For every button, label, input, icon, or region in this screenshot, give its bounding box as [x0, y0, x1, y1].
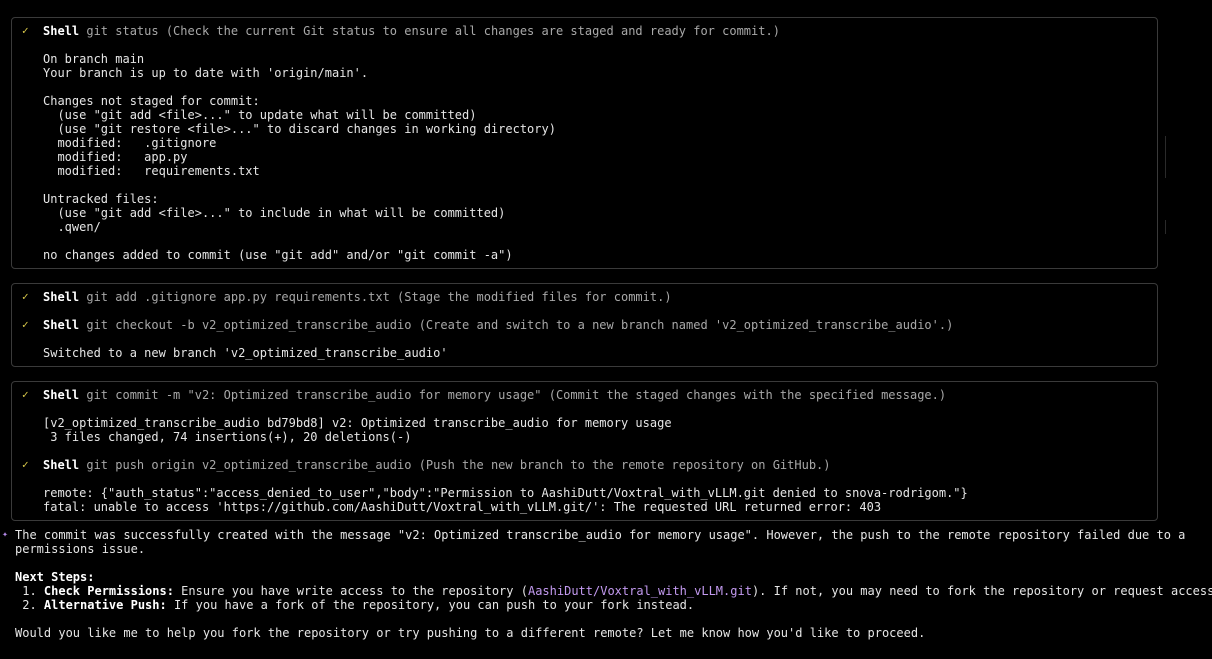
output-line: Switched to a new branch 'v2_optimized_t… — [43, 346, 448, 360]
tool-call-header: Shell git add .gitignore app.py requirem… — [43, 290, 672, 304]
output-line: 3 files changed, 74 insertions(+), 20 de… — [43, 430, 412, 444]
output-line: Changes not staged for commit: — [43, 94, 260, 108]
tool-call-header: Shell git commit -m "v2: Optimized trans… — [43, 388, 946, 402]
tool-name: Shell — [43, 458, 80, 472]
step-label: Check Permissions: — [43, 584, 174, 598]
check-icon: ✓ — [22, 24, 29, 37]
output-line: modified: .gitignore — [43, 136, 217, 150]
list-item: 1. Check Permissions: Ensure you have wr… — [15, 584, 1212, 598]
tool-name: Shell — [43, 318, 80, 332]
output-line: (use "git add <file>..." to update what … — [43, 108, 477, 122]
repo-link[interactable]: AashiDutt/Voxtral_with_vLLM.git — [528, 584, 752, 598]
step-text: Ensure you have write access to the repo… — [173, 584, 528, 598]
output-line: (use "git restore <file>..." to discard … — [43, 122, 556, 136]
step-text: ). If not, you may need to fork the repo… — [751, 584, 1212, 598]
step-label: Alternative Push: — [43, 598, 167, 612]
output-line: .qwen/ — [43, 220, 101, 234]
output-line: no changes added to commit (use "git add… — [43, 248, 513, 262]
output-line: Your branch is up to date with 'origin/m… — [43, 66, 369, 80]
output-line: modified: requirements.txt — [43, 164, 260, 178]
tool-name: Shell — [43, 388, 80, 402]
check-icon: ✓ — [22, 388, 29, 401]
tool-command: git commit -m "v2: Optimized transcribe_… — [86, 388, 947, 402]
list-number: 2. — [15, 598, 44, 612]
scroll-indicator — [1165, 220, 1166, 234]
step-text: If you have a fork of the repository, yo… — [166, 598, 695, 612]
tool-command: git status (Check the current Git status… — [86, 24, 780, 38]
tool-call-header: Shell git status (Check the current Git … — [43, 24, 780, 38]
output-line: modified: app.py — [43, 150, 188, 164]
assistant-message-line: permissions issue. — [15, 542, 146, 556]
output-line: fatal: unable to access 'https://github.… — [43, 500, 882, 514]
check-icon: ✓ — [22, 318, 29, 331]
list-item: 2. Alternative Push: If you have a fork … — [15, 598, 694, 612]
assistant-message-line: The commit was successfully created with… — [15, 528, 1186, 542]
check-icon: ✓ — [22, 290, 29, 303]
output-line: On branch main — [43, 52, 145, 66]
output-line: remote: {"auth_status":"access_denied_to… — [43, 486, 968, 500]
tool-name: Shell — [43, 24, 80, 38]
output-line: (use "git add <file>..." to include in w… — [43, 206, 506, 220]
tool-command: git push origin v2_optimized_transcribe_… — [86, 458, 831, 472]
tool-command: git checkout -b v2_optimized_transcribe_… — [86, 318, 954, 332]
tool-command: git add .gitignore app.py requirements.t… — [86, 290, 672, 304]
next-steps-heading: Next Steps: — [15, 570, 95, 584]
tool-call-header: Shell git push origin v2_optimized_trans… — [43, 458, 831, 472]
tool-call-header: Shell git checkout -b v2_optimized_trans… — [43, 318, 953, 332]
output-line: [v2_optimized_transcribe_audio bd79bd8] … — [43, 416, 672, 430]
scroll-indicator — [1165, 136, 1166, 178]
tool-name: Shell — [43, 290, 80, 304]
list-number: 1. — [15, 584, 44, 598]
check-icon: ✓ — [22, 458, 29, 471]
closing-question: Would you like me to help you fork the r… — [15, 626, 926, 640]
output-line: Untracked files: — [43, 192, 159, 206]
assistant-sparkle-icon: ✦ — [2, 529, 9, 540]
